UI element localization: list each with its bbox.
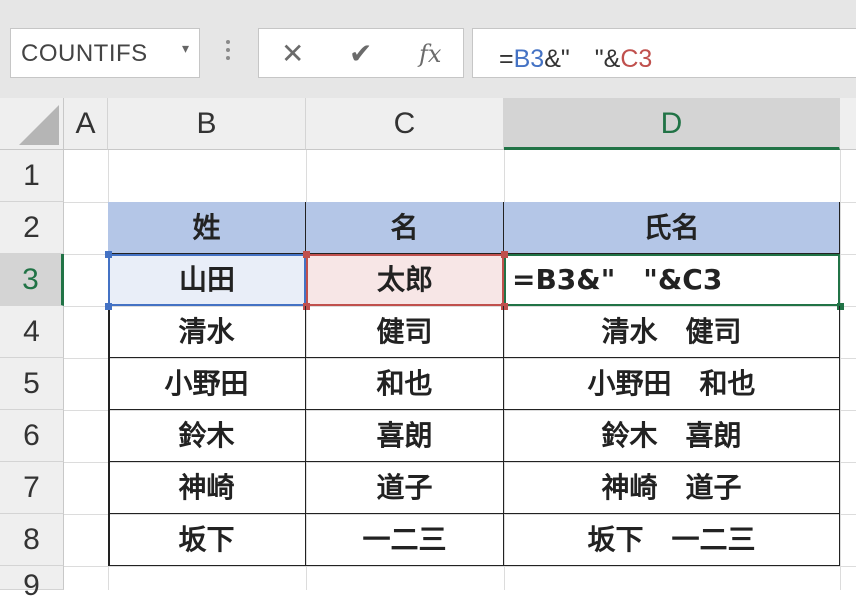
cell-d5[interactable]: 小野田 和也 <box>504 358 840 410</box>
cell-b3[interactable]: 山田 <box>108 254 306 306</box>
cell-c4[interactable]: 健司 <box>306 306 504 358</box>
row-header-5[interactable]: 5 <box>0 358 64 410</box>
header-cell-surname[interactable]: 姓 <box>108 202 306 254</box>
cell-b8[interactable]: 坂下 <box>108 514 306 566</box>
cell-c8[interactable]: 一二三 <box>306 514 504 566</box>
formula-buttons: ✕ ✔ fx <box>258 28 464 78</box>
cell-b4[interactable]: 清水 <box>108 306 306 358</box>
column-header-b[interactable]: B <box>108 98 306 150</box>
row-header-6[interactable]: 6 <box>0 410 64 462</box>
column-header-d[interactable]: D <box>504 98 840 150</box>
row-header-7[interactable]: 7 <box>0 462 64 514</box>
row-header-9[interactable]: 9 <box>0 566 64 602</box>
name-box[interactable]: COUNTIFS ▾ <box>10 28 200 78</box>
column-header-a[interactable]: A <box>64 98 108 150</box>
cell-c5[interactable]: 和也 <box>306 358 504 410</box>
column-header-c[interactable]: C <box>306 98 504 150</box>
cell-d3-editing[interactable]: =B3&" "&C3 <box>504 254 840 306</box>
insert-function-icon[interactable]: fx <box>419 40 441 68</box>
select-all-button[interactable] <box>0 98 64 150</box>
cancel-icon[interactable]: ✕ <box>281 37 304 70</box>
name-box-value: COUNTIFS <box>21 40 148 67</box>
cell-d4[interactable]: 清水 健司 <box>504 306 840 358</box>
enter-icon[interactable]: ✔ <box>349 37 372 70</box>
formula-text: =B3&" "&C3 <box>499 45 653 73</box>
grip-icon[interactable] <box>224 36 232 70</box>
row-header-2[interactable]: 2 <box>0 202 64 254</box>
cell-d7[interactable]: 神崎 道子 <box>504 462 840 514</box>
cell-b5[interactable]: 小野田 <box>108 358 306 410</box>
row-header-1[interactable]: 1 <box>0 150 64 202</box>
cell-b7[interactable]: 神崎 <box>108 462 306 514</box>
row-header-3[interactable]: 3 <box>0 254 64 306</box>
row-header-8[interactable]: 8 <box>0 514 64 566</box>
column-header-e[interactable] <box>840 98 856 150</box>
formula-bar-area: COUNTIFS ▾ ✕ ✔ fx =B3&" "&C3 <box>0 0 856 98</box>
cell-d6[interactable]: 鈴木 喜朗 <box>504 410 840 462</box>
cell-b6[interactable]: 鈴木 <box>108 410 306 462</box>
cell-c7[interactable]: 道子 <box>306 462 504 514</box>
row-header-4[interactable]: 4 <box>0 306 64 358</box>
cell-d8[interactable]: 坂下 一二三 <box>504 514 840 566</box>
formula-ref-c3: C3 <box>620 45 653 73</box>
chevron-down-icon[interactable]: ▾ <box>182 41 189 57</box>
cell-c6[interactable]: 喜朗 <box>306 410 504 462</box>
formula-ref-b3: B3 <box>513 45 545 73</box>
cell-c3[interactable]: 太郎 <box>306 254 504 306</box>
header-cell-given-name[interactable]: 名 <box>306 202 504 254</box>
header-cell-full-name[interactable]: 氏名 <box>504 202 840 254</box>
formula-input[interactable]: =B3&" "&C3 <box>472 28 856 78</box>
